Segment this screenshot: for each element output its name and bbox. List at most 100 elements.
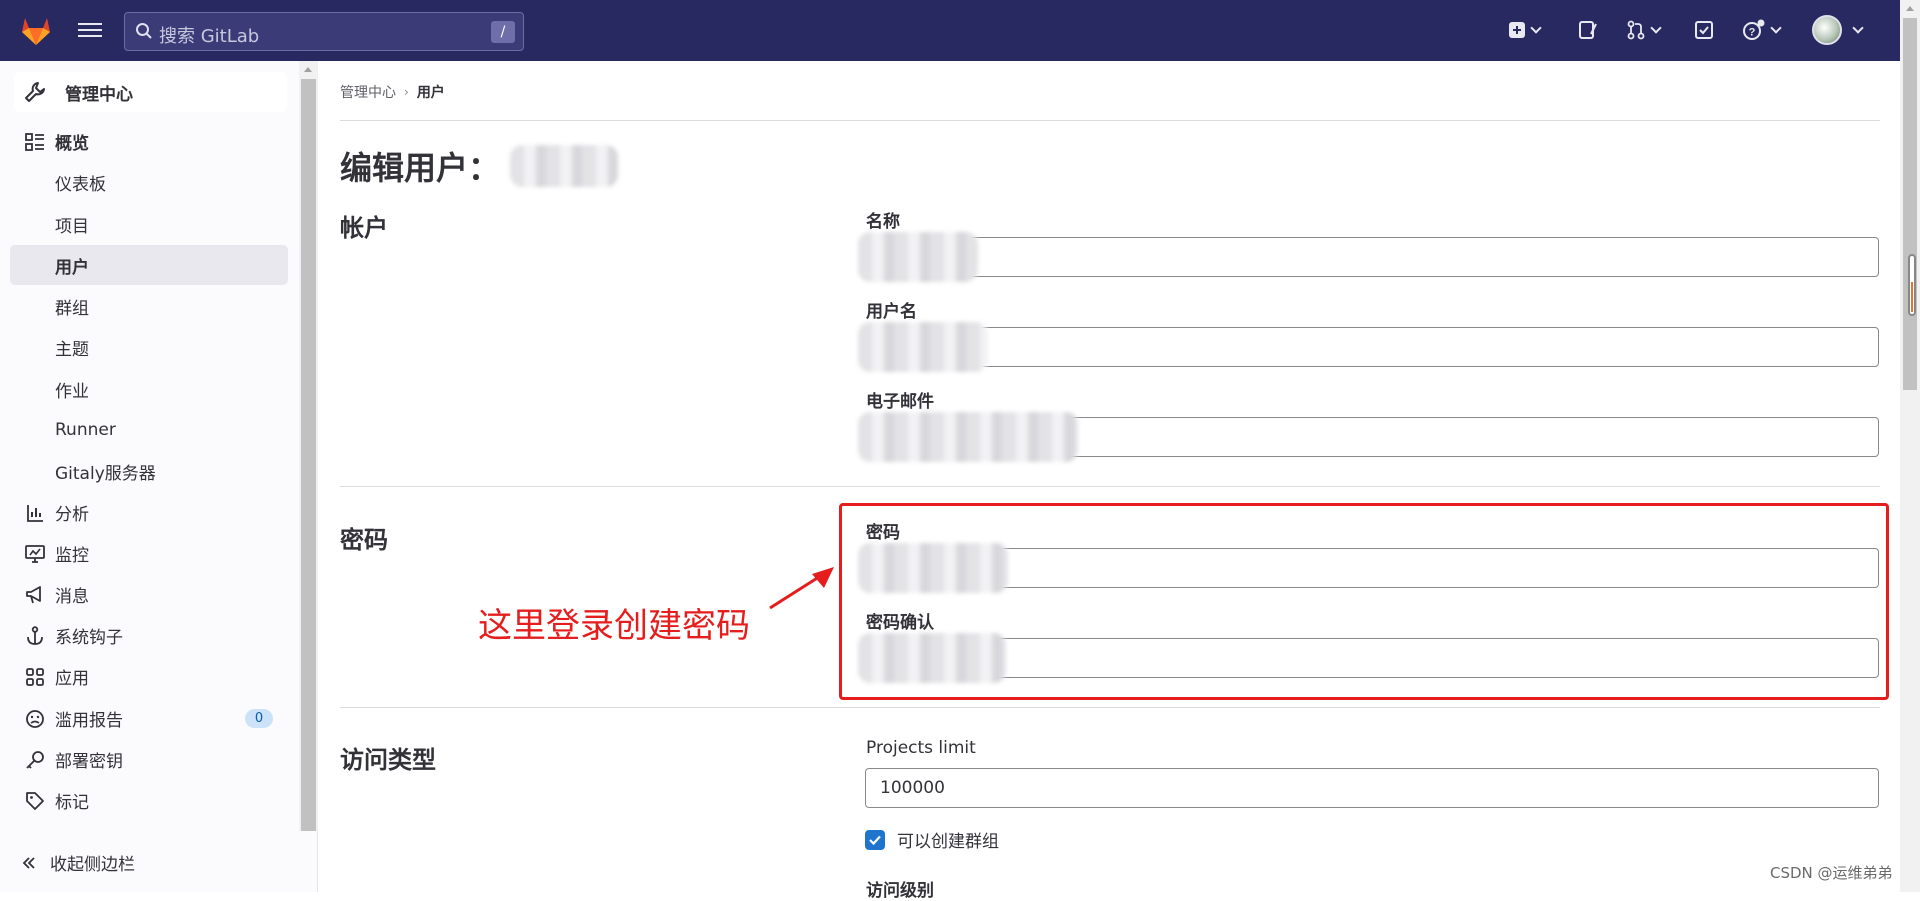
sidebar-item-overview[interactable]: 概览 [0, 121, 300, 161]
chevron-down-icon [1770, 22, 1782, 34]
sidebar-item-groups[interactable]: 群组 [0, 286, 300, 326]
overview-icon [24, 131, 46, 153]
sidebar-item-abuse-reports[interactable]: 滥用报告 0 [0, 698, 300, 738]
projects-limit-field[interactable]: 100000 [865, 768, 1879, 808]
page-title: 编辑用户： [340, 143, 619, 189]
email-field[interactable] [858, 412, 1879, 462]
sidebar-item-users[interactable]: 用户 [10, 245, 288, 285]
sidebar-item-label: 主题 [55, 339, 89, 360]
sidebar-item-label: 标记 [55, 792, 89, 813]
abuse-icon [24, 708, 46, 730]
access-level-label: 访问级别 [866, 881, 934, 901]
sidebar-item-label: 系统钩子 [55, 627, 123, 648]
double-chevron-left-icon [22, 856, 35, 869]
megaphone-icon [24, 584, 46, 606]
menu-icon[interactable] [78, 19, 102, 41]
key-icon [24, 749, 46, 771]
chart-icon [24, 502, 46, 524]
projects-limit-label: Projects limit [866, 738, 976, 758]
sidebar-item-system-hooks[interactable]: 系统钩子 [0, 615, 300, 655]
sidebar-item-label: 滥用报告 [55, 710, 123, 731]
redacted-value [858, 232, 978, 282]
tag-icon [24, 790, 46, 812]
annotation-text: 这里登录创建密码 [478, 606, 750, 646]
sidebar-item-label: 用户 [55, 257, 89, 278]
sidebar-admin-title: 管理中心 [65, 84, 133, 105]
name-field[interactable] [858, 232, 1879, 282]
page-scrollbar[interactable] [1900, 0, 1920, 892]
sidebar-scrollbar[interactable] [299, 61, 318, 831]
top-bar: 搜索 GitLab / ? [0, 0, 1920, 61]
create-new-button[interactable] [1508, 16, 1542, 44]
page-title-text: 编辑用户： [340, 149, 501, 187]
sidebar-item-monitoring[interactable]: 监控 [0, 533, 300, 573]
merge-request-icon [1627, 20, 1645, 40]
avatar [1812, 15, 1842, 45]
sidebar-item-messages[interactable]: 消息 [0, 574, 300, 614]
help-button[interactable]: ? [1742, 16, 1782, 44]
highlight-box [839, 503, 1889, 700]
todo-icon [1695, 21, 1713, 39]
sidebar-item-runner[interactable]: Runner [0, 410, 300, 450]
section-title-access: 访问类型 [340, 746, 436, 774]
plus-square-icon [1509, 22, 1525, 38]
search-icon [136, 23, 152, 39]
merge-requests-button[interactable] [1626, 16, 1662, 44]
todo-button[interactable] [1694, 16, 1714, 44]
sidebar-item-projects[interactable]: 项目 [0, 204, 300, 244]
collapse-sidebar-label: 收起侧边栏 [50, 855, 135, 875]
divider [340, 486, 1880, 487]
section-title-password: 密码 [340, 526, 388, 554]
gitlab-logo-icon[interactable] [18, 12, 54, 48]
sidebar-item-topics[interactable]: 主题 [0, 327, 300, 367]
sidebar-item-applications[interactable]: 应用 [0, 656, 300, 696]
sidebar-admin-header[interactable]: 管理中心 [14, 72, 287, 112]
redacted-value [858, 412, 1078, 462]
can-create-group-checkbox[interactable] [865, 829, 885, 850]
chevron-down-icon [1852, 22, 1864, 34]
sidebar-item-label: Runner [55, 420, 116, 440]
can-create-group-row[interactable]: 可以创建群组 [865, 827, 999, 852]
breadcrumb-root[interactable]: 管理中心 [340, 82, 396, 102]
search-input[interactable]: 搜索 GitLab / [124, 12, 524, 51]
sidebar-item-label: 作业 [55, 381, 89, 402]
apps-icon [24, 666, 46, 688]
sidebar-item-dashboard[interactable]: 仪表板 [0, 162, 300, 202]
svg-text:?: ? [1749, 27, 1756, 39]
email-label: 电子邮件 [866, 392, 934, 412]
count-badge: 0 [245, 709, 273, 728]
sidebar-item-label: 分析 [55, 504, 89, 525]
sidebar-item-gitaly-servers[interactable]: Gitaly服务器 [0, 451, 300, 491]
sidebar-item-deploy-keys[interactable]: 部署密钥 [0, 739, 300, 779]
sidebar-item-analytics[interactable]: 分析 [0, 492, 300, 532]
search-placeholder: 搜索 GitLab [159, 26, 260, 47]
breadcrumb: 管理中心 › 用户 [340, 82, 445, 102]
collapse-sidebar-button[interactable]: 收起侧边栏 [22, 850, 135, 875]
sidebar-item-label: 监控 [55, 545, 89, 566]
watermark: CSDN @运维弟弟 [1770, 864, 1893, 882]
redacted-value [858, 322, 988, 372]
divider [340, 707, 1880, 708]
sidebar-item-jobs[interactable]: 作业 [0, 369, 300, 409]
breadcrumb-current[interactable]: 用户 [417, 82, 445, 102]
sidebar-item-label: 消息 [55, 586, 89, 607]
issues-button[interactable] [1578, 16, 1598, 44]
sidebar-item-labels[interactable]: 标记 [0, 780, 300, 820]
user-menu-button[interactable] [1812, 15, 1864, 45]
issues-icon [1579, 21, 1597, 39]
username-field[interactable] [858, 322, 1879, 372]
monitor-icon [24, 543, 46, 565]
check-icon [869, 835, 881, 845]
anchor-icon [24, 625, 46, 647]
section-title-account: 帐户 [340, 214, 388, 242]
search-shortcut-badge: / [491, 21, 515, 43]
name-label: 名称 [866, 212, 900, 232]
can-create-group-label: 可以创建群组 [897, 832, 999, 852]
sidebar-item-label: 部署密钥 [55, 751, 123, 772]
help-icon: ? [1743, 19, 1765, 40]
chevron-right-icon: › [404, 85, 409, 99]
chevron-down-icon [1530, 22, 1542, 34]
username-label: 用户名 [866, 302, 917, 322]
divider [340, 120, 1880, 121]
sidebar-item-label: 群组 [55, 298, 89, 319]
